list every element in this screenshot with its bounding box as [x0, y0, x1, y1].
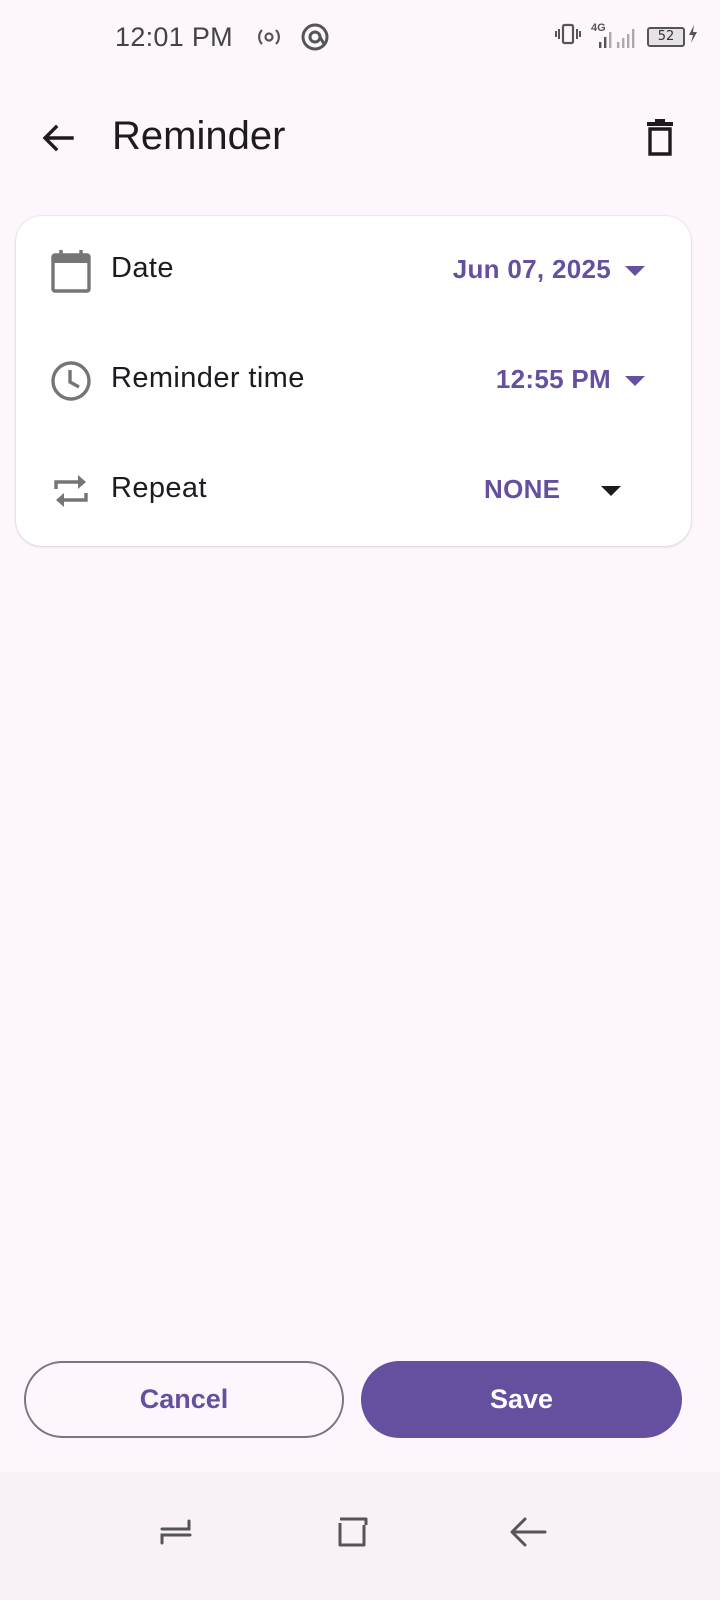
back-icon — [510, 1517, 547, 1547]
delete-button[interactable] — [630, 108, 690, 168]
repeat-value[interactable]: NONE — [484, 474, 560, 505]
reminder-time-value[interactable]: 12:55 PM — [496, 364, 611, 395]
date-row[interactable]: Date Jun 07, 2025 — [16, 216, 691, 326]
reminder-settings-card: Date Jun 07, 2025 Reminder time 12:55 PM — [16, 216, 691, 546]
status-bar: 12:01 PM 4G 52 — [0, 0, 720, 78]
save-button[interactable]: Save — [361, 1361, 682, 1438]
clock-icon — [48, 358, 94, 404]
reminder-time-label: Reminder time — [111, 362, 305, 394]
charging-icon — [688, 25, 698, 48]
page-title: Reminder — [112, 114, 286, 158]
nav-back-button[interactable] — [498, 1502, 558, 1562]
arrow-back-icon — [42, 124, 74, 152]
signal-icon: 4G — [591, 22, 637, 50]
battery-indicator: 52 — [647, 25, 698, 48]
hotspot-icon — [256, 24, 282, 55]
battery-level: 52 — [647, 26, 685, 47]
back-button[interactable] — [28, 108, 88, 168]
repeat-label: Repeat — [111, 472, 207, 504]
status-right-icons: 4G 52 — [555, 22, 698, 51]
status-time: 12:01 PM — [115, 22, 233, 52]
screen: 12:01 PM 4G 52 Reminder Date Jun 07, 202… — [0, 0, 720, 1600]
repeat-row[interactable]: Repeat NONE — [16, 436, 691, 546]
recents-button[interactable] — [146, 1502, 206, 1562]
recents-icon — [160, 1519, 192, 1545]
repeat-icon — [48, 468, 94, 514]
chevron-down-icon — [625, 266, 645, 276]
home-button[interactable] — [323, 1502, 383, 1562]
vibrate-icon — [555, 22, 581, 51]
date-label: Date — [111, 252, 174, 284]
reminder-time-row[interactable]: Reminder time 12:55 PM — [16, 326, 691, 436]
system-nav-bar — [0, 1472, 720, 1600]
date-value[interactable]: Jun 07, 2025 — [453, 254, 611, 285]
cancel-button[interactable]: Cancel — [24, 1361, 344, 1438]
chevron-down-icon[interactable] — [601, 486, 621, 496]
app-bar: Reminder — [0, 100, 720, 176]
chevron-down-icon — [625, 376, 645, 386]
trash-icon — [647, 119, 673, 156]
at-sign-icon — [300, 22, 330, 57]
calendar-icon — [48, 248, 94, 294]
status-left-icons — [256, 22, 330, 57]
home-icon — [338, 1517, 368, 1547]
